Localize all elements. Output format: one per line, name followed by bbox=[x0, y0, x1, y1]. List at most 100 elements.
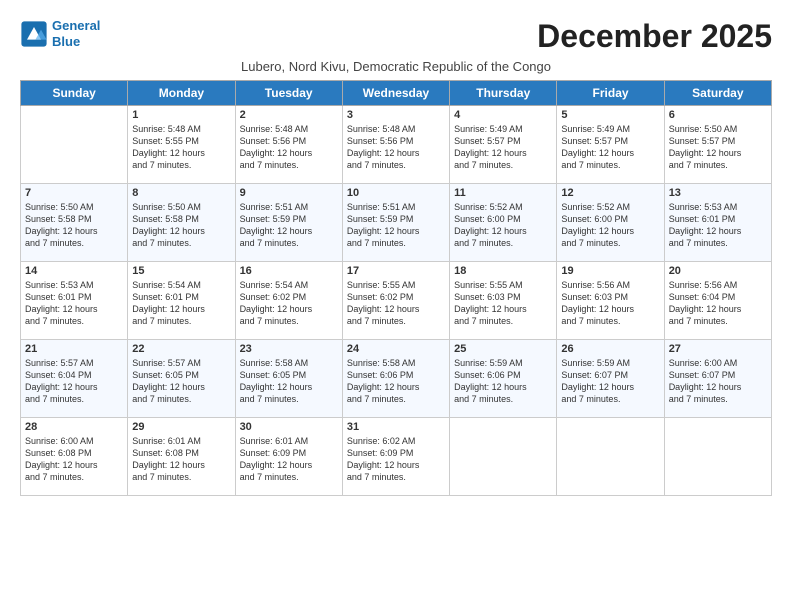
day-info: Sunrise: 5:50 AM Sunset: 5:57 PM Dayligh… bbox=[669, 123, 767, 172]
calendar-header-row: Sunday Monday Tuesday Wednesday Thursday… bbox=[21, 81, 772, 106]
calendar-cell: 5 Sunrise: 5:49 AM Sunset: 5:57 PM Daylig… bbox=[557, 106, 664, 184]
col-sunday: Sunday bbox=[21, 81, 128, 106]
day-info: Sunrise: 5:48 AM Sunset: 5:55 PM Dayligh… bbox=[132, 123, 230, 172]
day-info: Sunrise: 5:53 AM Sunset: 6:01 PM Dayligh… bbox=[25, 279, 123, 328]
day-info: Sunrise: 5:58 AM Sunset: 6:06 PM Dayligh… bbox=[347, 357, 445, 406]
col-friday: Friday bbox=[557, 81, 664, 106]
subtitle: Lubero, Nord Kivu, Democratic Republic o… bbox=[20, 59, 772, 74]
day-info: Sunrise: 5:54 AM Sunset: 6:02 PM Dayligh… bbox=[240, 279, 338, 328]
calendar-cell bbox=[557, 418, 664, 496]
day-number: 31 bbox=[347, 421, 445, 433]
calendar-week-2: 7 Sunrise: 5:50 AM Sunset: 5:58 PM Daylig… bbox=[21, 184, 772, 262]
day-number: 7 bbox=[25, 187, 123, 199]
calendar-week-3: 14 Sunrise: 5:53 AM Sunset: 6:01 PM Dayli… bbox=[21, 262, 772, 340]
calendar-cell: 17Sunrise: 5:55 AM Sunset: 6:02 PM Dayli… bbox=[342, 262, 449, 340]
day-number: 4 bbox=[454, 109, 552, 121]
calendar-cell: 3 Sunrise: 5:48 AM Sunset: 5:56 PM Daylig… bbox=[342, 106, 449, 184]
calendar-cell: 15Sunrise: 5:54 AM Sunset: 6:01 PM Dayli… bbox=[128, 262, 235, 340]
day-number: 18 bbox=[454, 265, 552, 277]
calendar-cell: 1Sunrise: 5:48 AM Sunset: 5:55 PM Daylig… bbox=[128, 106, 235, 184]
day-number: 3 bbox=[347, 109, 445, 121]
day-info: Sunrise: 5:59 AM Sunset: 6:06 PM Dayligh… bbox=[454, 357, 552, 406]
calendar-cell: 23Sunrise: 5:58 AM Sunset: 6:05 PM Dayli… bbox=[235, 340, 342, 418]
day-info: Sunrise: 5:49 AM Sunset: 5:57 PM Dayligh… bbox=[454, 123, 552, 172]
day-number: 8 bbox=[132, 187, 230, 199]
calendar-cell: 19 Sunrise: 5:56 AM Sunset: 6:03 PM Dayli… bbox=[557, 262, 664, 340]
day-number: 24 bbox=[347, 343, 445, 355]
calendar-cell: 28Sunrise: 6:00 AM Sunset: 6:08 PM Dayli… bbox=[21, 418, 128, 496]
day-number: 23 bbox=[240, 343, 338, 355]
day-number: 29 bbox=[132, 421, 230, 433]
day-info: Sunrise: 5:57 AM Sunset: 6:04 PM Dayligh… bbox=[25, 357, 123, 406]
day-info: Sunrise: 5:48 AM Sunset: 5:56 PM Dayligh… bbox=[347, 123, 445, 172]
calendar-cell: 21 Sunrise: 5:57 AM Sunset: 6:04 PM Dayli… bbox=[21, 340, 128, 418]
day-number: 5 bbox=[561, 109, 659, 121]
calendar: Sunday Monday Tuesday Wednesday Thursday… bbox=[20, 80, 772, 496]
calendar-cell: 29 Sunrise: 6:01 AM Sunset: 6:08 PM Dayli… bbox=[128, 418, 235, 496]
day-number: 25 bbox=[454, 343, 552, 355]
col-tuesday: Tuesday bbox=[235, 81, 342, 106]
calendar-cell: 20 Sunrise: 5:56 AM Sunset: 6:04 PM Dayli… bbox=[664, 262, 771, 340]
day-number: 12 bbox=[561, 187, 659, 199]
header: General Blue December 2025 bbox=[20, 18, 772, 55]
day-info: Sunrise: 6:01 AM Sunset: 6:09 PM Dayligh… bbox=[240, 435, 338, 484]
logo: General Blue bbox=[20, 18, 100, 49]
page: General Blue December 2025 Lubero, Nord … bbox=[0, 0, 792, 612]
calendar-cell: 25 Sunrise: 5:59 AM Sunset: 6:06 PM Dayli… bbox=[450, 340, 557, 418]
day-number: 17 bbox=[347, 265, 445, 277]
calendar-cell: 9Sunrise: 5:51 AM Sunset: 5:59 PM Daylig… bbox=[235, 184, 342, 262]
day-info: Sunrise: 6:00 AM Sunset: 6:07 PM Dayligh… bbox=[669, 357, 767, 406]
day-number: 6 bbox=[669, 109, 767, 121]
day-info: Sunrise: 5:48 AM Sunset: 5:56 PM Dayligh… bbox=[240, 123, 338, 172]
calendar-cell: 16Sunrise: 5:54 AM Sunset: 6:02 PM Dayli… bbox=[235, 262, 342, 340]
day-number: 26 bbox=[561, 343, 659, 355]
day-info: Sunrise: 5:55 AM Sunset: 6:03 PM Dayligh… bbox=[454, 279, 552, 328]
day-number: 13 bbox=[669, 187, 767, 199]
calendar-cell: 26 Sunrise: 5:59 AM Sunset: 6:07 PM Dayli… bbox=[557, 340, 664, 418]
calendar-cell: 8 Sunrise: 5:50 AM Sunset: 5:58 PM Daylig… bbox=[128, 184, 235, 262]
day-number: 21 bbox=[25, 343, 123, 355]
calendar-cell: 7 Sunrise: 5:50 AM Sunset: 5:58 PM Daylig… bbox=[21, 184, 128, 262]
calendar-cell: 6 Sunrise: 5:50 AM Sunset: 5:57 PM Daylig… bbox=[664, 106, 771, 184]
day-number: 27 bbox=[669, 343, 767, 355]
calendar-cell: 18 Sunrise: 5:55 AM Sunset: 6:03 PM Dayli… bbox=[450, 262, 557, 340]
day-number: 14 bbox=[25, 265, 123, 277]
day-number: 2 bbox=[240, 109, 338, 121]
day-info: Sunrise: 5:57 AM Sunset: 6:05 PM Dayligh… bbox=[132, 357, 230, 406]
logo-line2: Blue bbox=[52, 34, 80, 49]
day-number: 15 bbox=[132, 265, 230, 277]
day-info: Sunrise: 5:59 AM Sunset: 6:07 PM Dayligh… bbox=[561, 357, 659, 406]
day-info: Sunrise: 5:56 AM Sunset: 6:03 PM Dayligh… bbox=[561, 279, 659, 328]
day-info: Sunrise: 5:51 AM Sunset: 5:59 PM Dayligh… bbox=[240, 201, 338, 250]
calendar-cell: 24 Sunrise: 5:58 AM Sunset: 6:06 PM Dayli… bbox=[342, 340, 449, 418]
day-info: Sunrise: 5:53 AM Sunset: 6:01 PM Dayligh… bbox=[669, 201, 767, 250]
day-info: Sunrise: 5:52 AM Sunset: 6:00 PM Dayligh… bbox=[561, 201, 659, 250]
day-number: 20 bbox=[669, 265, 767, 277]
day-info: Sunrise: 5:56 AM Sunset: 6:04 PM Dayligh… bbox=[669, 279, 767, 328]
day-info: Sunrise: 5:50 AM Sunset: 5:58 PM Dayligh… bbox=[25, 201, 123, 250]
calendar-cell: 11Sunrise: 5:52 AM Sunset: 6:00 PM Dayli… bbox=[450, 184, 557, 262]
day-number: 10 bbox=[347, 187, 445, 199]
day-number: 28 bbox=[25, 421, 123, 433]
day-number: 22 bbox=[132, 343, 230, 355]
calendar-cell bbox=[664, 418, 771, 496]
day-info: Sunrise: 5:49 AM Sunset: 5:57 PM Dayligh… bbox=[561, 123, 659, 172]
day-info: Sunrise: 6:01 AM Sunset: 6:08 PM Dayligh… bbox=[132, 435, 230, 484]
day-number: 19 bbox=[561, 265, 659, 277]
calendar-cell: 12 Sunrise: 5:52 AM Sunset: 6:00 PM Dayli… bbox=[557, 184, 664, 262]
calendar-cell: 2 Sunrise: 5:48 AM Sunset: 5:56 PM Daylig… bbox=[235, 106, 342, 184]
logo-line1: General bbox=[52, 18, 100, 33]
calendar-cell: 31Sunrise: 6:02 AM Sunset: 6:09 PM Dayli… bbox=[342, 418, 449, 496]
calendar-cell: 30 Sunrise: 6:01 AM Sunset: 6:09 PM Dayli… bbox=[235, 418, 342, 496]
day-number: 30 bbox=[240, 421, 338, 433]
day-info: Sunrise: 5:52 AM Sunset: 6:00 PM Dayligh… bbox=[454, 201, 552, 250]
calendar-cell: 13 Sunrise: 5:53 AM Sunset: 6:01 PM Dayli… bbox=[664, 184, 771, 262]
month-title: December 2025 bbox=[537, 18, 772, 55]
col-monday: Monday bbox=[128, 81, 235, 106]
calendar-cell: 4 Sunrise: 5:49 AM Sunset: 5:57 PM Daylig… bbox=[450, 106, 557, 184]
calendar-week-5: 28Sunrise: 6:00 AM Sunset: 6:08 PM Dayli… bbox=[21, 418, 772, 496]
day-info: Sunrise: 5:50 AM Sunset: 5:58 PM Dayligh… bbox=[132, 201, 230, 250]
calendar-cell: 14 Sunrise: 5:53 AM Sunset: 6:01 PM Dayli… bbox=[21, 262, 128, 340]
calendar-week-1: 1Sunrise: 5:48 AM Sunset: 5:55 PM Daylig… bbox=[21, 106, 772, 184]
calendar-cell: 27 Sunrise: 6:00 AM Sunset: 6:07 PM Dayli… bbox=[664, 340, 771, 418]
